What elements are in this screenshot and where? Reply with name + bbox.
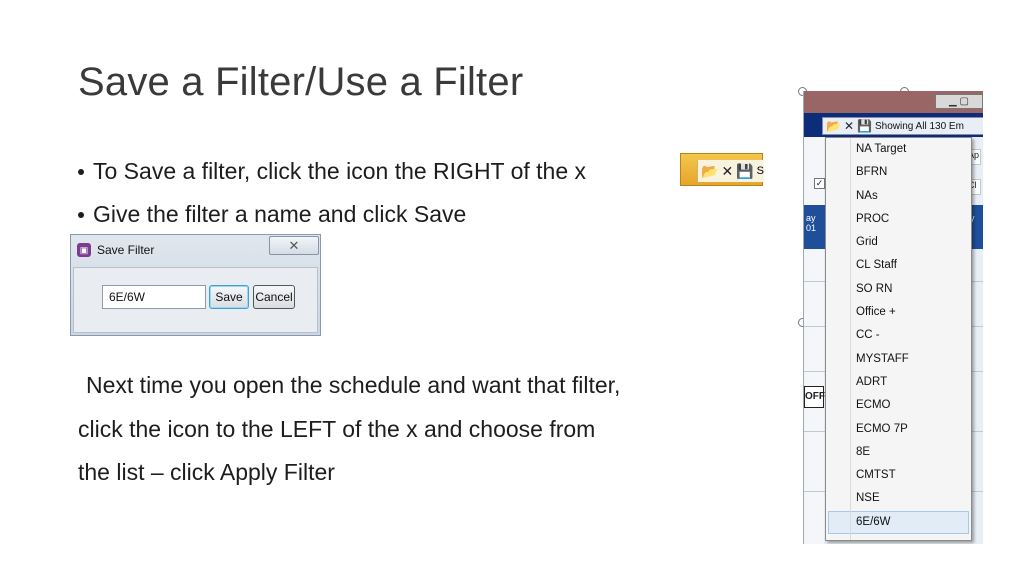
menu-item[interactable]: Grid xyxy=(826,231,971,254)
menu-item[interactable]: NA Target xyxy=(826,138,971,161)
menu-item[interactable]: CMTST xyxy=(826,464,971,487)
filter-toolbar: 📂 ✕ 💾 Showing All 130 Em xyxy=(822,117,983,135)
close-x-icon[interactable]: ✕ xyxy=(844,120,854,132)
menu-item[interactable]: ECMO 7P xyxy=(826,418,971,441)
row-checkbox[interactable]: ✓ xyxy=(814,178,825,189)
dialog-titlebar: ▣ Save Filter ✕ xyxy=(71,235,320,265)
bullet-name-filter: Give the filter a name and click Save xyxy=(78,201,466,228)
schedule-screenshot: ▁ ▢ 📂 ✕ 💾 Showing All 130 Em ✓ ay 01 y Ap… xyxy=(803,91,983,544)
snippet-trailing-text: S xyxy=(756,165,764,177)
menu-item[interactable]: NSE xyxy=(826,487,971,510)
bullet-text: To Save a filter, click the icon the RIG… xyxy=(93,158,587,184)
menu-item[interactable]: MYSTAFF xyxy=(826,348,971,371)
app-icon: ▣ xyxy=(77,243,91,257)
filter-dropdown-menu: NA Target BFRN NAs PROC Grid CL Staff SO… xyxy=(825,137,972,541)
save-filter-dialog: ▣ Save Filter ✕ 6E/6W Save Cancel xyxy=(70,234,321,336)
save-filter-icon[interactable]: 💾 xyxy=(736,164,753,178)
dialog-body: 6E/6W Save Cancel xyxy=(73,267,318,333)
menu-item[interactable]: SO RN xyxy=(826,278,971,301)
bullet-dot xyxy=(78,211,84,218)
close-x-icon[interactable]: ✕ xyxy=(721,164,733,178)
menu-item[interactable]: ECMO xyxy=(826,394,971,417)
filter-open-icon[interactable]: 📂 xyxy=(701,164,718,178)
bullet-dot xyxy=(78,168,84,175)
menu-item[interactable]: BFRN xyxy=(826,161,971,184)
menu-item[interactable]: NAs xyxy=(826,185,971,208)
toolbar-snippet-strip: 📂 ✕ 💾 S xyxy=(697,160,764,182)
save-button[interactable]: Save xyxy=(209,285,249,309)
menu-item[interactable]: CL Staff xyxy=(826,254,971,277)
bullet-save-filter: To Save a filter, click the icon the RIG… xyxy=(78,158,586,185)
dialog-title: Save Filter xyxy=(97,243,155,257)
paragraph-line-2: click the icon to the LEFT of the x and … xyxy=(78,416,596,442)
paragraph-line-1: Next time you open the schedule and want… xyxy=(86,372,621,398)
menu-item[interactable]: 8E xyxy=(826,441,971,464)
grid-left-column xyxy=(804,137,824,544)
showing-count-text: Showing All 130 Em xyxy=(874,120,964,132)
cancel-button[interactable]: Cancel xyxy=(253,285,295,309)
paragraph-line-3: the list – click Apply Filter xyxy=(78,459,335,485)
menu-item[interactable]: Office + xyxy=(826,301,971,324)
filter-open-icon[interactable]: 📂 xyxy=(826,120,841,132)
menu-gutter xyxy=(850,138,851,540)
menu-item[interactable]: ADRT xyxy=(826,371,971,394)
toolbar-snippet-image: 📂 ✕ 💾 S xyxy=(680,153,764,186)
menu-item[interactable]: PROC xyxy=(826,208,971,231)
filter-name-input[interactable]: 6E/6W xyxy=(102,285,206,309)
bullet-text: Give the filter a name and click Save xyxy=(93,201,467,227)
slide-title: Save a Filter/Use a Filter xyxy=(78,60,524,104)
save-filter-icon[interactable]: 💾 xyxy=(857,120,872,132)
off-cell: OFF xyxy=(804,386,825,408)
menu-item[interactable]: CC - xyxy=(826,324,971,347)
dialog-close-button[interactable]: ✕ xyxy=(269,236,319,255)
window-controls[interactable]: ▁ ▢ xyxy=(935,94,983,109)
